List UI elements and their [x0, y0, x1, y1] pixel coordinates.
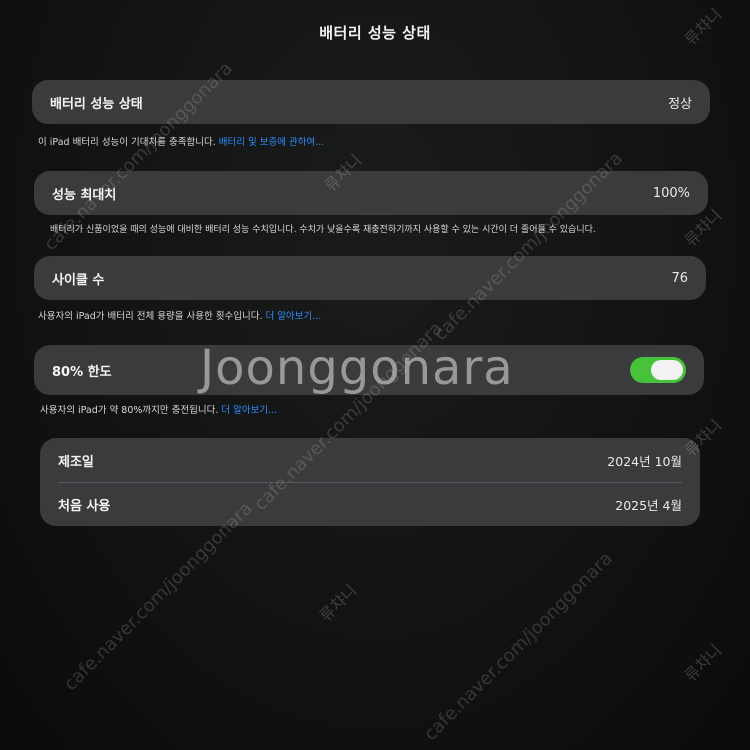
user-watermark-5: 류챠니 — [315, 580, 361, 626]
limit-80-learn-more-link[interactable]: 더 알아보기... — [221, 405, 277, 416]
page-title: 배터리 성능 상태 — [319, 24, 431, 42]
limit-80-note: 사용자의 iPad가 약 80%까지만 충전됩니다. 더 알아보기... — [40, 402, 277, 416]
limit-80-note-text: 사용자의 iPad가 약 80%까지만 충전됩니다. — [40, 405, 219, 416]
manufacture-date-value: 2024년 10월 — [607, 453, 682, 469]
battery-warranty-link[interactable]: 배터리 및 보증에 관하여... — [219, 137, 325, 148]
dates-group: 제조일 2024년 10월 처음 사용 2025년 4월 — [40, 438, 700, 526]
battery-health-note: 이 iPad 배터리 성능이 기대치를 충족합니다. 배터리 및 보증에 관하여… — [38, 134, 324, 148]
settings-screen: 배터리 성능 상태 배터리 성능 상태 정상 이 iPad 배터리 성능이 기대… — [0, 0, 750, 750]
limit-80-row: 80% 한도 — [34, 345, 704, 395]
cycle-count-note-text: 사용자의 iPad가 배터리 전체 용량을 사용한 횟수입니다. — [38, 311, 263, 322]
manufacture-date-row: 제조일 2024년 10월 — [40, 438, 700, 482]
cycle-count-learn-more-link[interactable]: 더 알아보기... — [266, 311, 322, 322]
cycle-count-label: 사이클 수 — [52, 272, 105, 288]
max-capacity-note: 배터리가 신품이었을 때의 성능에 대비한 배터리 성능 수치입니다. 수치가 … — [50, 225, 596, 235]
battery-health-value: 정상 — [668, 96, 692, 112]
cycle-count-row: 사이클 수 76 — [34, 256, 706, 300]
limit-80-toggle[interactable] — [630, 357, 686, 383]
limit-80-label: 80% 한도 — [52, 364, 112, 380]
max-capacity-value: 100% — [652, 185, 690, 201]
url-watermark-5: cafe.naver.com/joonggonara — [420, 548, 617, 745]
max-capacity-label: 성능 최대치 — [52, 187, 117, 203]
battery-health-label: 배터리 성능 상태 — [50, 96, 143, 112]
cycle-count-note: 사용자의 iPad가 배터리 전체 용량을 사용한 횟수입니다. 더 알아보기.… — [38, 308, 321, 322]
url-watermark-4: cafe.naver.com/joonggonara — [60, 498, 257, 695]
battery-health-note-text: 이 iPad 배터리 성능이 기대치를 충족합니다. — [38, 137, 216, 148]
battery-health-row: 배터리 성능 상태 정상 — [32, 80, 710, 124]
first-use-label: 처음 사용 — [58, 498, 111, 514]
max-capacity-row: 성능 최대치 100% — [34, 171, 708, 215]
cycle-count-value: 76 — [671, 270, 688, 286]
first-use-value: 2025년 4월 — [615, 497, 682, 513]
manufacture-date-label: 제조일 — [58, 454, 94, 470]
toggle-knob — [651, 360, 683, 380]
user-watermark-6: 류챠니 — [680, 640, 726, 686]
first-use-row: 처음 사용 2025년 4월 — [40, 482, 700, 526]
